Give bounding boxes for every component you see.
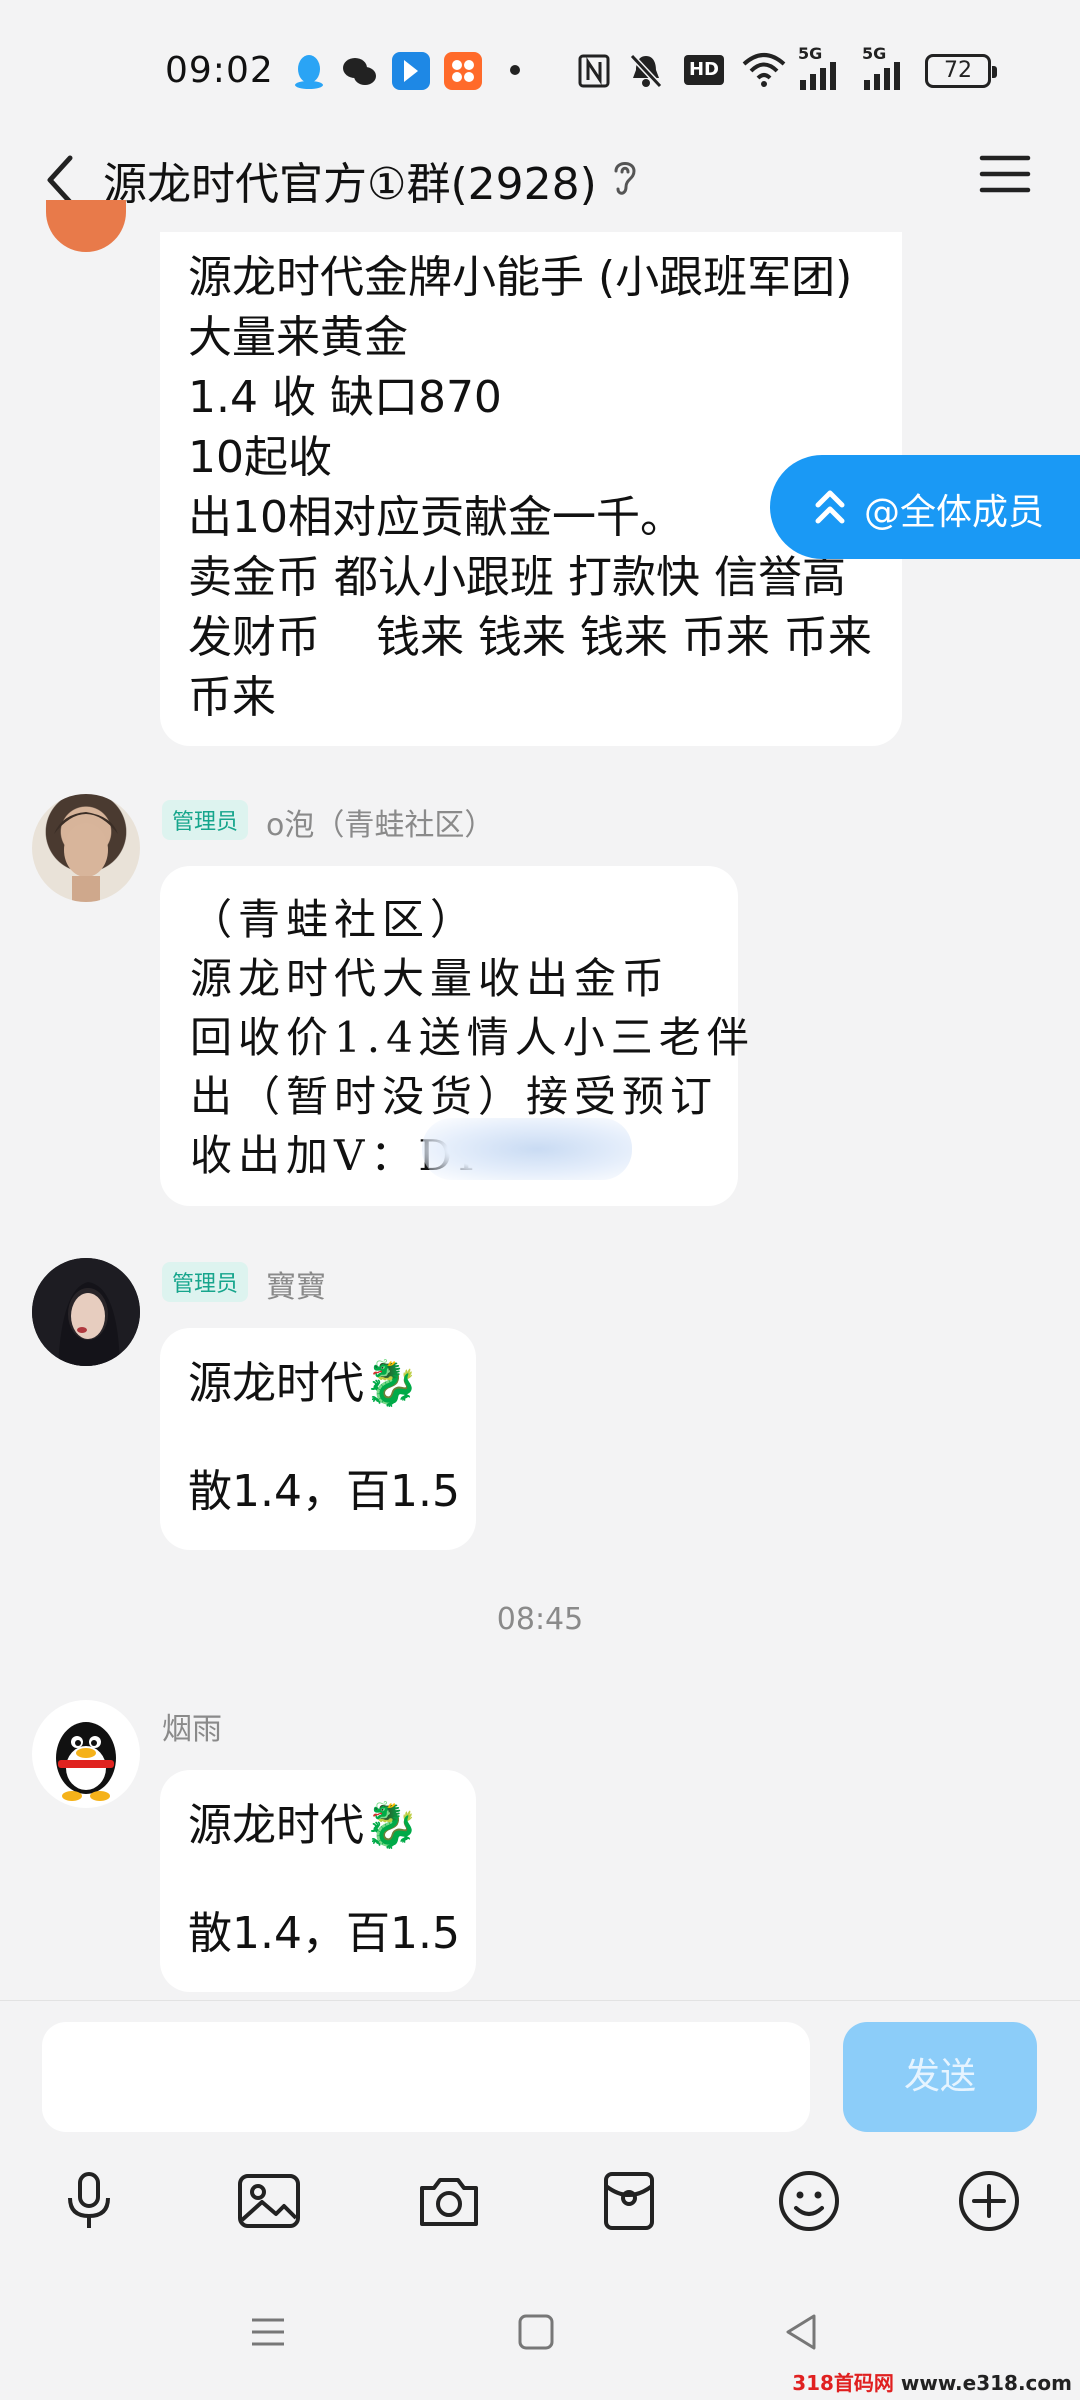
watermark-black: www.e318.com [893,2371,1072,2395]
menu-icon[interactable] [978,150,1032,198]
status-time: 09:02 [165,50,274,91]
admin-badge: 管理员 [162,1262,249,1302]
signal-2-label: 5G [862,44,887,63]
admin-badge: 管理员 [162,800,249,840]
plus-icon[interactable] [956,2168,1022,2234]
battery-indicator: 72 [925,54,997,88]
hd-icon: HD [684,55,724,85]
chat-title[interactable]: 源龙时代官方①群(2928) [103,148,597,212]
message-input[interactable] [42,2022,810,2132]
emoji-icon[interactable] [776,2168,842,2234]
watermark: 318首码网 www.e318.com [792,2367,1072,2396]
wechat-notification-icon [340,52,378,90]
qq-notification-icon [290,52,328,90]
nfc-icon [578,54,610,92]
status-bar: 09:02 HD 5G 5G 72 [0,0,1080,140]
message-text-line: 源龙时代🐉 [188,1800,419,1851]
app-notification-icon [392,52,430,90]
message-text-line: 源龙时代🐉 [188,1358,419,1409]
avatar[interactable] [32,794,140,902]
at-all-label: @全体成员 [864,492,1045,533]
message-bubble[interactable]: 源龙时代🐉 散1.4，百1.5 [160,1770,476,1992]
camera-icon[interactable] [416,2168,482,2234]
mute-icon [628,52,664,94]
signal-2-icon: 5G [862,46,906,94]
avatar-partial[interactable] [46,200,126,252]
earpiece-mode-icon[interactable] [608,155,642,199]
message-text: 源龙时代金牌小能手 (小跟班军团) 大量来黄金 1.4 收 缺口870 10起收… [188,252,872,723]
sender-name[interactable]: 寶寶 [266,1262,326,1306]
mic-icon[interactable] [56,2168,122,2234]
qq-penguin-icon [56,1722,116,1801]
wifi-icon [742,52,786,92]
blurred-contact [422,1118,632,1180]
back-nav-icon[interactable] [780,2310,824,2354]
message-text-line: 散1.4，百1.5 [188,1466,460,1517]
home-icon[interactable] [514,2310,558,2354]
avatar[interactable] [32,1700,140,1808]
sender-name[interactable]: 烟雨 [162,1704,222,1748]
app2-notification-icon [444,52,482,90]
message-bubble[interactable]: （青蛙社区） 源龙时代大量收出金币 回收价1.4送情人小三老伴 出（暂时没货）接… [160,866,749,1206]
more-notifications-dot-icon [510,65,520,75]
double-chevron-up-icon [815,490,845,524]
sender-name[interactable]: o泡（青蛙社区） [266,800,494,844]
send-button[interactable]: 发送 [843,2022,1037,2132]
watermark-red: 318首码网 [792,2371,894,2395]
message-text-line: 散1.4，百1.5 [188,1908,460,1959]
message-bubble[interactable]: 源龙时代🐉 散1.4，百1.5 [160,1328,476,1550]
red-packet-icon[interactable] [596,2168,662,2234]
signal-1-label: 5G [798,44,823,63]
chat-timestamp: 08:45 [496,1602,584,1637]
avatar[interactable] [32,1258,140,1366]
signal-1-icon: 5G [798,46,842,94]
recent-apps-icon[interactable] [246,2310,290,2354]
at-all-button[interactable]: @全体成员 [770,455,1080,559]
image-icon[interactable] [236,2168,302,2234]
